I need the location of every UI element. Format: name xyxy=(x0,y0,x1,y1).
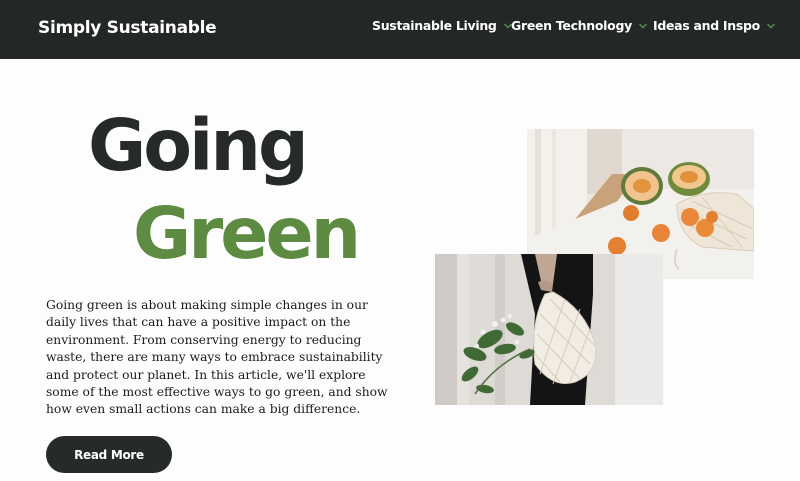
mesh-bag-greenery-photo xyxy=(435,254,663,405)
hero-intro-paragraph: Going green is about making simple chang… xyxy=(46,298,388,417)
nav-item-label: Sustainable Living xyxy=(372,18,497,33)
nav-item-label: Ideas and Inspo xyxy=(653,18,760,33)
read-more-button[interactable]: Read More xyxy=(46,436,172,473)
site-header: Simply Sustainable Sustainable Living Gr… xyxy=(0,0,800,59)
nav-item-sustainable-living[interactable]: Sustainable Living xyxy=(372,18,513,33)
hero-title-line-1: Going xyxy=(88,104,309,187)
chevron-down-icon xyxy=(638,22,648,30)
chevron-down-icon xyxy=(766,22,776,30)
site-brand[interactable]: Simply Sustainable xyxy=(38,18,217,38)
nav-item-label: Green Technology xyxy=(511,18,632,33)
nav-item-ideas-and-inspo[interactable]: Ideas and Inspo xyxy=(653,18,776,33)
hero-title-line-2: Green xyxy=(133,192,361,275)
nav-item-green-technology[interactable]: Green Technology xyxy=(511,18,648,33)
